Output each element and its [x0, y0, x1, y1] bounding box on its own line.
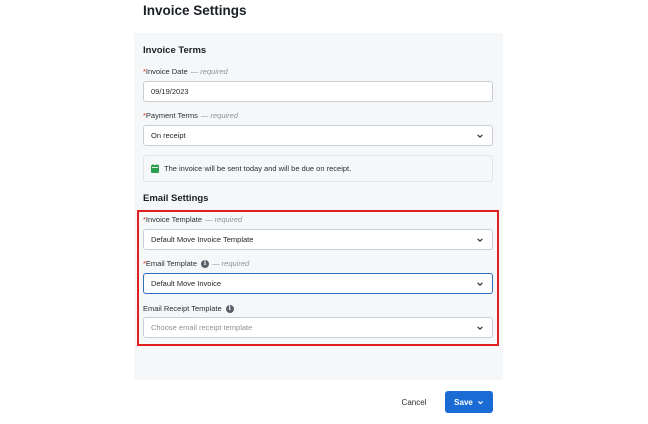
invoice-date-label-text: Invoice Date	[145, 67, 188, 76]
save-button[interactable]: Save	[445, 391, 493, 413]
invoice-template-label-text: Invoice Template	[145, 215, 203, 224]
due-date-note: The invoice will be sent today and will …	[143, 155, 493, 182]
invoice-date-label: * Invoice Date — required	[143, 67, 228, 76]
info-icon[interactable]: i	[225, 304, 234, 313]
email-receipt-template-label: Email Receipt Template i	[143, 304, 234, 313]
info-icon[interactable]: i	[201, 259, 210, 268]
save-button-label: Save	[454, 397, 473, 407]
email-receipt-template-label-text: Email Receipt Template	[143, 304, 222, 313]
invoice-template-value: Default Move Invoice Template	[151, 235, 254, 244]
invoice-template-label: * Invoice Template — required	[143, 215, 242, 224]
email-template-value: Default Move Invoice	[151, 279, 222, 288]
chevron-down-icon	[477, 326, 483, 330]
invoice-terms-title: Invoice Terms	[143, 45, 207, 56]
required-note: — required	[212, 259, 250, 268]
email-settings-title: Email Settings	[143, 193, 209, 204]
payment-terms-value: On receipt	[151, 131, 186, 140]
chevron-down-icon	[477, 282, 483, 286]
email-template-select[interactable]: Default Move Invoice	[143, 273, 493, 294]
invoice-date-value: 09/19/2023	[151, 87, 189, 96]
due-date-note-text: The invoice will be sent today and will …	[164, 164, 352, 173]
page-title: Invoice Settings	[143, 3, 247, 18]
required-note: — required	[200, 111, 238, 120]
chevron-down-icon	[477, 238, 483, 242]
cancel-button[interactable]: Cancel	[395, 392, 433, 412]
required-note: — required	[205, 215, 243, 224]
email-receipt-template-select[interactable]: Choose email receipt template	[143, 317, 493, 338]
email-template-label-text: Email Template	[145, 259, 198, 268]
chevron-down-icon	[477, 400, 483, 404]
invoice-date-input[interactable]: 09/19/2023	[143, 81, 493, 102]
email-template-label: * Email Template i — required	[143, 259, 249, 268]
payment-terms-label-text: Payment Terms	[145, 111, 198, 120]
payment-terms-label: * Payment Terms — required	[143, 111, 238, 120]
chevron-down-icon	[477, 134, 483, 138]
invoice-template-select[interactable]: Default Move Invoice Template	[143, 229, 493, 250]
calendar-icon	[151, 164, 159, 173]
payment-terms-select[interactable]: On receipt	[143, 125, 493, 146]
required-note: — required	[190, 67, 228, 76]
email-receipt-template-placeholder: Choose email receipt template	[151, 323, 253, 332]
